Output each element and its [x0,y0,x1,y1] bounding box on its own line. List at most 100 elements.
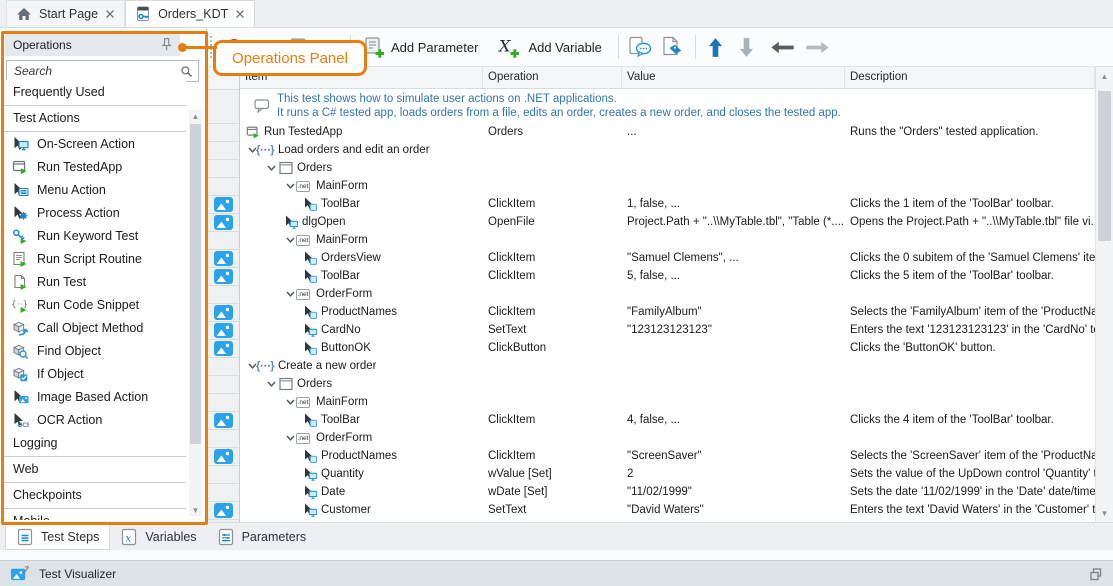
test-step-row[interactable]: ToolBarClickItem1, false, ...Clicks the … [240,195,1095,213]
visualizer-cell[interactable] [207,214,239,232]
operation-item-run-code-snippet[interactable]: {⋅⋅}Run Code Snippet [2,293,186,316]
visualizer-cell[interactable] [207,268,239,286]
description-cell[interactable]: Sets the date '11/02/1999' in the 'Date'… [845,483,1095,501]
test-step-row[interactable]: .netMainForm [240,177,1095,195]
add-parameter-button[interactable]: Add Parameter [359,33,482,61]
operation-item-image-based-action[interactable]: Image Based Action [2,385,186,408]
visualizer-cell[interactable] [207,304,239,322]
tab-test-steps[interactable]: Test Steps [5,524,110,550]
test-step-row[interactable]: QuantitywValue [Set]2Sets the value of t… [240,465,1095,483]
operation-cell[interactable]: OpenFile [483,213,622,231]
test-step-row[interactable]: CardNoSetText"123123123123"Enters the te… [240,321,1095,339]
indent-icon[interactable] [805,41,830,54]
test-step-row[interactable]: {⋯}Create a new order [240,357,1095,375]
scroll-down-icon[interactable]: ▼ [1096,506,1113,520]
expand-chevron-icon[interactable] [265,163,278,173]
operations-category-checkpoints[interactable]: Checkpoints [2,483,186,509]
outdent-icon[interactable] [770,41,795,54]
value-cell[interactable]: Project.Path + "..\\MyTable.tbl", "Table… [622,213,845,231]
operation-item-ocr-action[interactable]: OCROCR Action [2,408,186,431]
description-cell[interactable]: Clicks the 5 item of the 'ToolBar' toolb… [845,267,1095,285]
undock-panel-icon[interactable] [1089,567,1103,581]
operations-search-box[interactable] [6,60,199,82]
operations-category-frequently-used[interactable]: Frequently Used [2,80,186,106]
column-header-value[interactable]: Value [622,67,845,88]
visualizer-thumbnail-icon[interactable] [214,413,233,428]
scroll-up-icon[interactable]: ▲ [189,110,202,122]
visualizer-thumbnail-icon[interactable] [214,251,233,266]
operation-cell[interactable]: ClickItem [483,249,622,267]
operation-item-run-script-routine[interactable]: Run Script Routine [2,247,186,270]
operation-item-run-test[interactable]: Run Test [2,270,186,293]
visualizer-thumbnail-icon[interactable] [214,449,233,464]
operation-cell[interactable]: wDate [Set] [483,483,622,501]
operation-cell[interactable]: ClickItem [483,195,622,213]
value-cell[interactable]: "11/02/1999" [622,483,845,501]
visualizer-cell[interactable] [207,250,239,268]
test-step-row[interactable]: Run TestedAppOrders...Runs the "Orders" … [240,123,1095,141]
expand-chevron-icon[interactable] [265,379,278,389]
operations-panel-header[interactable]: Operations [5,33,180,56]
operations-scrollbar[interactable]: ▲ ▼ [189,110,202,516]
visualizer-thumbnail-icon[interactable] [214,305,233,320]
visualizer-thumbnail-icon[interactable] [214,197,233,212]
test-step-row[interactable]: ProductNamesClickItem"ScreenSaver"Select… [240,447,1095,465]
move-down-icon[interactable] [739,37,754,58]
test-step-row[interactable]: DatewDate [Set]"11/02/1999"Sets the date… [240,483,1095,501]
value-cell[interactable]: ... [622,123,845,141]
tab-start-page[interactable]: Start Page [6,0,125,27]
tab-orders-kdt[interactable]: Orders_KDT [125,0,255,27]
test-step-row[interactable]: ButtonOKClickButtonClicks the 'ButtonOK'… [240,339,1095,357]
test-step-row[interactable]: .netOrderForm [240,429,1095,447]
pin-icon[interactable] [159,37,174,52]
close-icon[interactable] [235,9,245,19]
description-cell[interactable]: Selects the 'ScreenSaver' item of the 'P… [845,447,1095,465]
operation-item-run-testedapp[interactable]: Run TestedApp [2,155,186,178]
visualizer-cell[interactable] [207,340,239,358]
test-step-row[interactable]: Orders [240,375,1095,393]
close-icon[interactable] [105,9,115,19]
operation-cell[interactable]: wValue [Set] [483,465,622,483]
visualizer-cell[interactable] [207,322,239,340]
scroll-up-icon[interactable]: ▲ [1096,69,1113,83]
description-cell[interactable]: Enters the text 'David Waters' in the 'C… [845,501,1095,519]
test-step-row[interactable]: CustomerSetText"David Waters"Enters the … [240,501,1095,519]
visualizer-cell[interactable] [207,412,239,430]
operations-category-test-actions[interactable]: Test Actions [2,106,186,132]
test-step-row[interactable]: .netOrderForm [240,285,1095,303]
operation-cell[interactable]: SetText [483,321,622,339]
operation-item-process-action[interactable]: Process Action [2,201,186,224]
value-cell[interactable]: 4, false, ... [622,411,845,429]
operations-category-mobile[interactable]: Mobile [2,509,186,520]
operations-category-logging[interactable]: Logging [2,431,186,457]
visualizer-thumbnail-icon[interactable] [214,269,233,284]
visualizer-cell[interactable] [207,448,239,466]
visualizer-thumbnail-icon[interactable] [214,215,233,230]
visualizer-thumbnail-icon[interactable] [214,323,233,338]
scrollbar-thumb[interactable] [1098,91,1111,241]
description-cell[interactable]: Clicks the 0 subitem of the 'Samuel Clem… [845,249,1095,267]
visualizer-cell[interactable] [207,196,239,214]
test-step-row[interactable]: OrdersViewClickItem"Samuel Clemens", ...… [240,249,1095,267]
operation-item-if-object[interactable]: If Object [2,362,186,385]
value-cell[interactable]: 5, false, ... [622,267,845,285]
operation-cell[interactable]: ClickItem [483,267,622,285]
value-cell[interactable]: "123123123123" [622,321,845,339]
search-input[interactable] [12,63,180,79]
value-cell[interactable]: 2 [622,465,845,483]
grid-scrollbar[interactable]: ▲ ▼ [1095,67,1113,522]
test-step-row[interactable]: ProductNamesClickItem"FamilyAlbum"Select… [240,303,1095,321]
value-cell[interactable]: "FamilyAlbum" [622,303,845,321]
comment-row[interactable]: This test shows how to simulate user act… [240,89,1095,123]
description-cell[interactable]: Opens the Project.Path + "..\\MyTable.tb… [845,213,1095,231]
description-cell[interactable]: Clicks the 'ButtonOK' button. [845,339,1095,357]
visualizer-thumbnail-icon[interactable] [214,503,233,518]
column-header-operation[interactable]: Operation [483,67,622,88]
description-cell[interactable]: Runs the "Orders" tested application. [845,123,1095,141]
operation-cell[interactable]: ClickItem [483,447,622,465]
operation-cell[interactable]: ClickItem [483,303,622,321]
test-step-row[interactable]: .netMainForm [240,231,1095,249]
value-cell[interactable]: "David Waters" [622,501,845,519]
add-label-icon[interactable] [660,36,684,58]
visualizer-thumbnail-icon[interactable] [214,341,233,356]
